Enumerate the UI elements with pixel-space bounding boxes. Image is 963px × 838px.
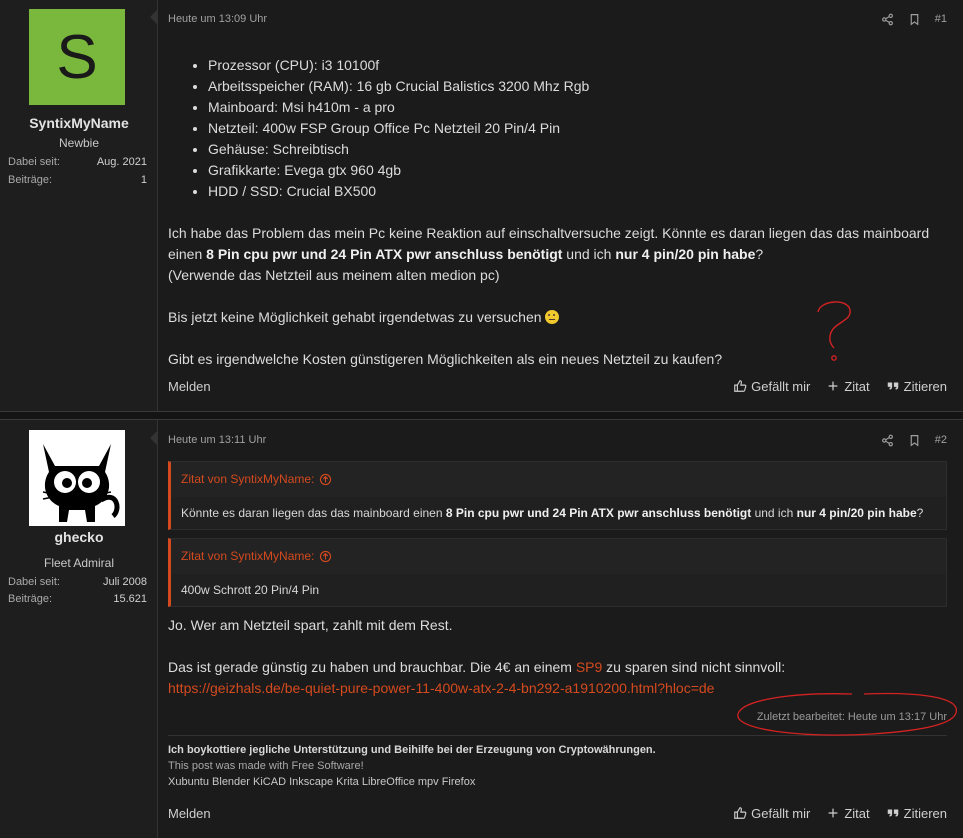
quote-body: Könnte es daran liegen das das mainboard… bbox=[181, 506, 924, 520]
sp9-link[interactable]: SP9 bbox=[576, 659, 602, 675]
confused-emoji-icon bbox=[545, 310, 560, 324]
paragraph: Das ist gerade günstig zu haben und brau… bbox=[168, 659, 786, 696]
multiquote-button[interactable]: Zitat bbox=[826, 379, 870, 394]
post-body: Zitat von SyntixMyName: Könnte es daran … bbox=[168, 461, 947, 699]
quote-header[interactable]: Zitat von SyntixMyName: bbox=[171, 539, 946, 574]
post-1: S SyntixMyName Newbie Dabei seit: Aug. 20… bbox=[0, 0, 963, 412]
share-icon[interactable] bbox=[881, 434, 894, 447]
post-header: Heute um 13:09 Uhr #1 bbox=[168, 11, 947, 27]
list-item: Arbeitsspeicher (RAM): 16 gb Crucial Bal… bbox=[208, 76, 947, 97]
arrow-up-circle-icon[interactable] bbox=[319, 473, 332, 486]
list-item: Prozessor (CPU): i3 10100f bbox=[208, 55, 947, 76]
quote-icon bbox=[887, 382, 898, 390]
paragraph: Bis jetzt keine Möglichkeit gehabt irgen… bbox=[168, 307, 947, 328]
list-item: Gehäuse: Schreibtisch bbox=[208, 139, 947, 160]
post-1-user-panel: S SyntixMyName Newbie Dabei seit: Aug. 20… bbox=[0, 0, 158, 411]
quote-block: Zitat von SyntixMyName: Könnte es daran … bbox=[168, 461, 947, 530]
post-2-user-panel: ghecko Fleet Admiral Dabei seit: Juli 200… bbox=[0, 420, 158, 838]
avatar-letter: S bbox=[56, 22, 98, 92]
post-time[interactable]: Heute um 13:09 Uhr bbox=[168, 13, 267, 25]
username[interactable]: ghecko bbox=[0, 529, 158, 545]
user-title: Newbie bbox=[58, 136, 100, 150]
reply-button[interactable]: Zitieren bbox=[886, 806, 947, 821]
user-title: Fleet Admiral bbox=[43, 556, 115, 570]
arrow-up-circle-icon[interactable] bbox=[319, 550, 332, 563]
post-header: Heute um 13:11 Uhr #2 bbox=[168, 432, 947, 448]
list-item: Netzteil: 400w FSP Group Office Pc Netzt… bbox=[208, 118, 947, 139]
user-stat-posts: Beiträge: 1 bbox=[8, 174, 147, 186]
thumbs-up-icon bbox=[734, 807, 747, 819]
post-footer: Melden Gefällt mir Zitat Zitieren bbox=[168, 377, 947, 395]
bookmark-icon[interactable] bbox=[908, 434, 921, 447]
post-2: ghecko Fleet Admiral Dabei seit: Juli 200… bbox=[0, 419, 963, 838]
black-cat-avatar-icon bbox=[29, 430, 125, 526]
post-1-content: Heute um 13:09 Uhr #1 Prozessor (CPU): i… bbox=[150, 0, 963, 411]
geizhals-link[interactable]: https://geizhals.de/be-quiet-pure-power-… bbox=[168, 680, 714, 696]
bookmark-icon[interactable] bbox=[908, 13, 921, 26]
like-button[interactable]: Gefällt mir bbox=[733, 379, 810, 394]
paragraph: Gibt es irgendwelche Kosten günstigeren … bbox=[168, 351, 723, 367]
post-number[interactable]: #1 bbox=[935, 13, 947, 25]
report-button[interactable]: Melden bbox=[168, 806, 211, 821]
last-edited-note: Zuletzt bearbeitet: Heute um 13:17 Uhr bbox=[756, 711, 947, 723]
post-2-content: Heute um 13:11 Uhr #2 Zitat von SyntixMy… bbox=[150, 420, 963, 838]
username[interactable]: SyntixMyName bbox=[0, 115, 158, 131]
share-icon[interactable] bbox=[881, 13, 894, 26]
quote-block: Zitat von SyntixMyName: 400w Schrott 20 … bbox=[168, 538, 947, 607]
list-item: Grafikkarte: Evega gtx 960 4gb bbox=[208, 160, 947, 181]
signature: Ich boykottiere jegliche Unterstützung u… bbox=[168, 735, 947, 790]
thumbs-up-icon bbox=[734, 380, 747, 392]
post-body: Prozessor (CPU): i3 10100f Arbeitsspeich… bbox=[168, 55, 947, 370]
spec-list: Prozessor (CPU): i3 10100f Arbeitsspeich… bbox=[168, 55, 947, 202]
post-number[interactable]: #2 bbox=[935, 434, 947, 446]
list-item: Mainboard: Msi h410m - a pro bbox=[208, 97, 947, 118]
user-stat-joined: Dabei seit: Aug. 2021 bbox=[8, 156, 147, 168]
paragraph: Ich habe das Problem das mein Pc keine R… bbox=[168, 225, 930, 283]
report-button[interactable]: Melden bbox=[168, 379, 211, 394]
avatar[interactable] bbox=[29, 430, 125, 526]
post-time[interactable]: Heute um 13:11 Uhr bbox=[168, 434, 266, 446]
post-footer: Melden Gefällt mir Zitat Zitieren bbox=[168, 804, 947, 822]
plus-icon bbox=[828, 381, 838, 391]
user-stat-posts: Beiträge: 15.621 bbox=[8, 593, 147, 605]
quote-icon bbox=[887, 809, 898, 817]
list-item: HDD / SSD: Crucial BX500 bbox=[208, 181, 947, 202]
reply-button[interactable]: Zitieren bbox=[886, 379, 947, 394]
paragraph: Jo. Wer am Netzteil spart, zahlt mit dem… bbox=[168, 617, 453, 633]
quote-body: 400w Schrott 20 Pin/4 Pin bbox=[181, 583, 320, 597]
avatar[interactable]: S bbox=[29, 9, 125, 105]
plus-icon bbox=[828, 808, 838, 818]
like-button[interactable]: Gefällt mir bbox=[733, 806, 810, 821]
user-stat-joined: Dabei seit: Juli 2008 bbox=[8, 576, 147, 588]
multiquote-button[interactable]: Zitat bbox=[826, 806, 870, 821]
quote-header[interactable]: Zitat von SyntixMyName: bbox=[171, 462, 946, 497]
